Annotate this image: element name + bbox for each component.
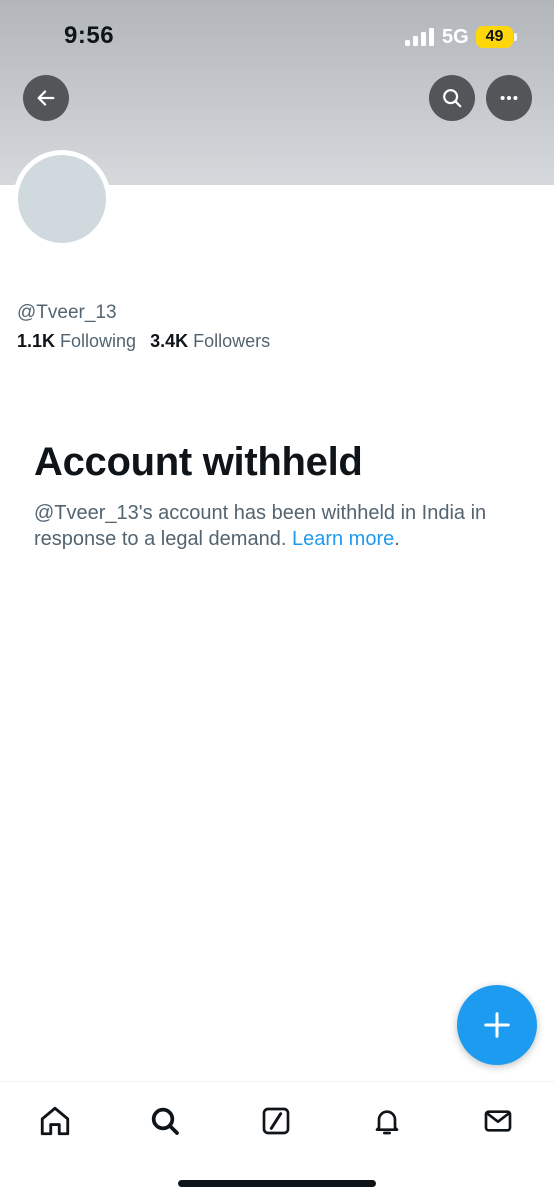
followers-label: Followers xyxy=(193,331,271,351)
profile-stats: 1.1K Following 3.4K Followers xyxy=(17,331,270,352)
grok-icon xyxy=(262,1107,290,1135)
compose-button[interactable] xyxy=(457,985,537,1065)
profile-handle: @Tveer_13 xyxy=(17,302,117,323)
followers-count: 3.4K xyxy=(150,331,189,351)
back-button[interactable] xyxy=(23,75,69,121)
following-count: 1.1K xyxy=(17,331,56,351)
nav-search[interactable] xyxy=(143,1099,187,1143)
status-bar: 9:56 5G 49 xyxy=(0,0,554,74)
plus-icon xyxy=(484,1012,510,1038)
home-icon xyxy=(40,1106,70,1136)
trailing-period: . xyxy=(394,528,400,550)
profile-screen: 9:56 5G 49 @Tveer_13 1.1K Following 3.4K… xyxy=(0,0,554,1200)
battery-indicator: 49 xyxy=(476,26,513,48)
more-button[interactable] xyxy=(486,75,532,121)
nav-home[interactable] xyxy=(33,1099,77,1143)
nav-notifications[interactable] xyxy=(365,1099,409,1143)
withheld-message: @Tveer_13's account has been withheld in… xyxy=(34,500,514,552)
search-button[interactable] xyxy=(429,75,475,121)
withheld-title: Account withheld xyxy=(34,440,363,484)
more-horizontal-icon xyxy=(500,95,518,101)
bell-icon xyxy=(375,1110,399,1135)
nav-grok[interactable] xyxy=(254,1099,298,1143)
arrow-left-icon xyxy=(37,90,55,106)
avatar[interactable] xyxy=(18,155,106,243)
network-label: 5G xyxy=(442,26,469,48)
signal-icon xyxy=(405,28,434,46)
followers-link[interactable]: 3.4K Followers xyxy=(150,331,270,352)
withheld-body-text: @Tveer_13's account has been withheld in… xyxy=(34,502,487,550)
learn-more-link[interactable]: Learn more xyxy=(292,528,394,550)
following-link[interactable]: 1.1K Following xyxy=(17,331,136,352)
envelope-icon xyxy=(484,1110,512,1132)
search-icon xyxy=(443,89,462,108)
nav-messages[interactable] xyxy=(476,1099,520,1143)
battery-cap xyxy=(514,33,517,41)
battery-level: 49 xyxy=(485,28,504,45)
home-indicator[interactable] xyxy=(178,1180,376,1187)
following-label: Following xyxy=(60,331,137,351)
status-time: 9:56 xyxy=(64,22,115,49)
search-icon xyxy=(151,1107,179,1135)
